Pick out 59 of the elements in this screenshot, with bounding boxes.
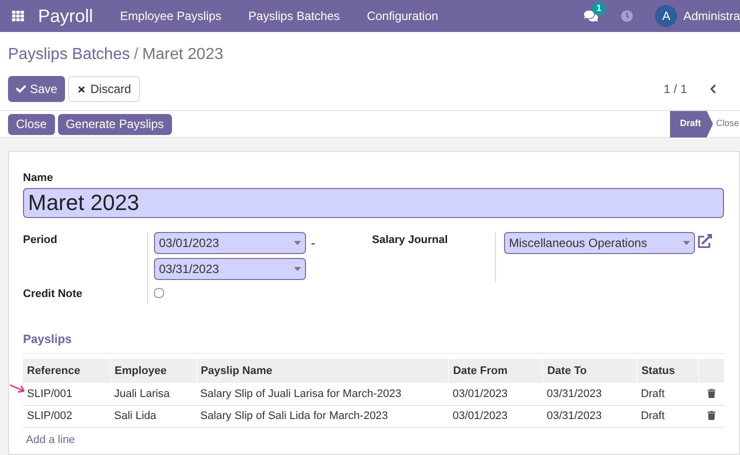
- date-from-field[interactable]: 03/01/2023: [154, 232, 306, 254]
- breadcrumb-separator: /: [134, 45, 138, 65]
- credit-note-checkbox[interactable]: [154, 288, 164, 298]
- caret-icon: [294, 267, 301, 271]
- delete-icon[interactable]: [706, 411, 716, 420]
- status-stage[interactable]: Draft: [670, 110, 713, 138]
- menu-item[interactable]: Employee Payslips: [120, 7, 222, 25]
- apps-menu-icon[interactable]: [12, 10, 24, 22]
- table-cell: SLIP/001: [23, 383, 110, 405]
- table-cell: Draft: [636, 405, 699, 427]
- column-header[interactable]: Date From: [448, 359, 543, 383]
- salary-journal-field[interactable]: Miscellaneous Operations: [504, 232, 695, 254]
- user-name[interactable]: Administra: [683, 7, 740, 25]
- menu-item[interactable]: Configuration: [366, 7, 438, 25]
- close-icon: [77, 84, 86, 94]
- table-cell: SLIP/002: [23, 405, 110, 427]
- breadcrumb-current: Maret 2023: [142, 45, 224, 65]
- generate-payslips-button[interactable]: Generate Payslips: [58, 114, 172, 134]
- user-avatar[interactable]: A: [655, 5, 678, 27]
- table-cell: Juali Larisa: [110, 383, 196, 405]
- table-cell: Salary Slip of Juali Larisa for March-2023: [196, 383, 449, 405]
- column-header[interactable]: Payslip Name: [196, 359, 449, 383]
- table-row[interactable]: SLIP/002 Sali Lida Salary Slip of Sali Lida for March-2023 03/01/2023 03/31/2023 Draft: [23, 405, 724, 427]
- field-label: Name: [23, 171, 54, 186]
- discard-button[interactable]: Discard: [68, 76, 140, 102]
- field-label: Period: [23, 233, 58, 248]
- app-title: Payroll: [38, 4, 94, 28]
- column-header[interactable]: Reference: [23, 359, 110, 383]
- save-button[interactable]: Save: [8, 76, 66, 102]
- column-header[interactable]: Employee: [110, 359, 196, 383]
- table-cell: Salary Slip of Sali Lida for March-2023: [196, 405, 449, 427]
- breadcrumb-link[interactable]: Payslips Batches: [8, 43, 130, 67]
- check-icon: [16, 84, 26, 94]
- table-cell: 03/01/2023: [448, 405, 543, 427]
- external-link-icon[interactable]: [698, 234, 712, 248]
- caret-icon: [683, 241, 690, 245]
- name-field[interactable]: Maret 2023: [23, 188, 724, 218]
- pointer-arrow-icon: [9, 384, 27, 394]
- caret-icon: [294, 241, 301, 245]
- pager-counter: 1 / 1: [664, 81, 687, 98]
- column-header[interactable]: Date To: [542, 359, 637, 383]
- table-cell: 03/31/2023: [542, 405, 637, 427]
- field-label: Credit Note: [23, 286, 84, 302]
- close-batch-button[interactable]: Close: [8, 114, 55, 134]
- notification-count: 1: [592, 2, 606, 15]
- table-cell: Draft: [636, 383, 699, 405]
- menu-item[interactable]: Payslips Batches: [248, 7, 340, 25]
- date-separator: -: [311, 235, 315, 252]
- table-row[interactable]: SLIP/001 Juali Larisa Salary Slip of Juali Larisa for March-2023 03/01/2023 03/31/2023 Draft: [23, 383, 724, 405]
- table-cell: 03/31/2023: [542, 383, 637, 405]
- add-line-link[interactable]: Add a line: [26, 432, 724, 448]
- previous-icon[interactable]: [708, 84, 718, 94]
- field-label: Salary Journal: [372, 233, 449, 248]
- table-cell: Sali Lida: [110, 405, 196, 427]
- section-title: Payslips: [23, 331, 73, 348]
- table-cell: 03/01/2023: [448, 383, 543, 405]
- delete-icon[interactable]: [706, 389, 716, 398]
- date-to-field[interactable]: 03/31/2023: [154, 258, 306, 280]
- messages-icon[interactable]: [584, 9, 598, 23]
